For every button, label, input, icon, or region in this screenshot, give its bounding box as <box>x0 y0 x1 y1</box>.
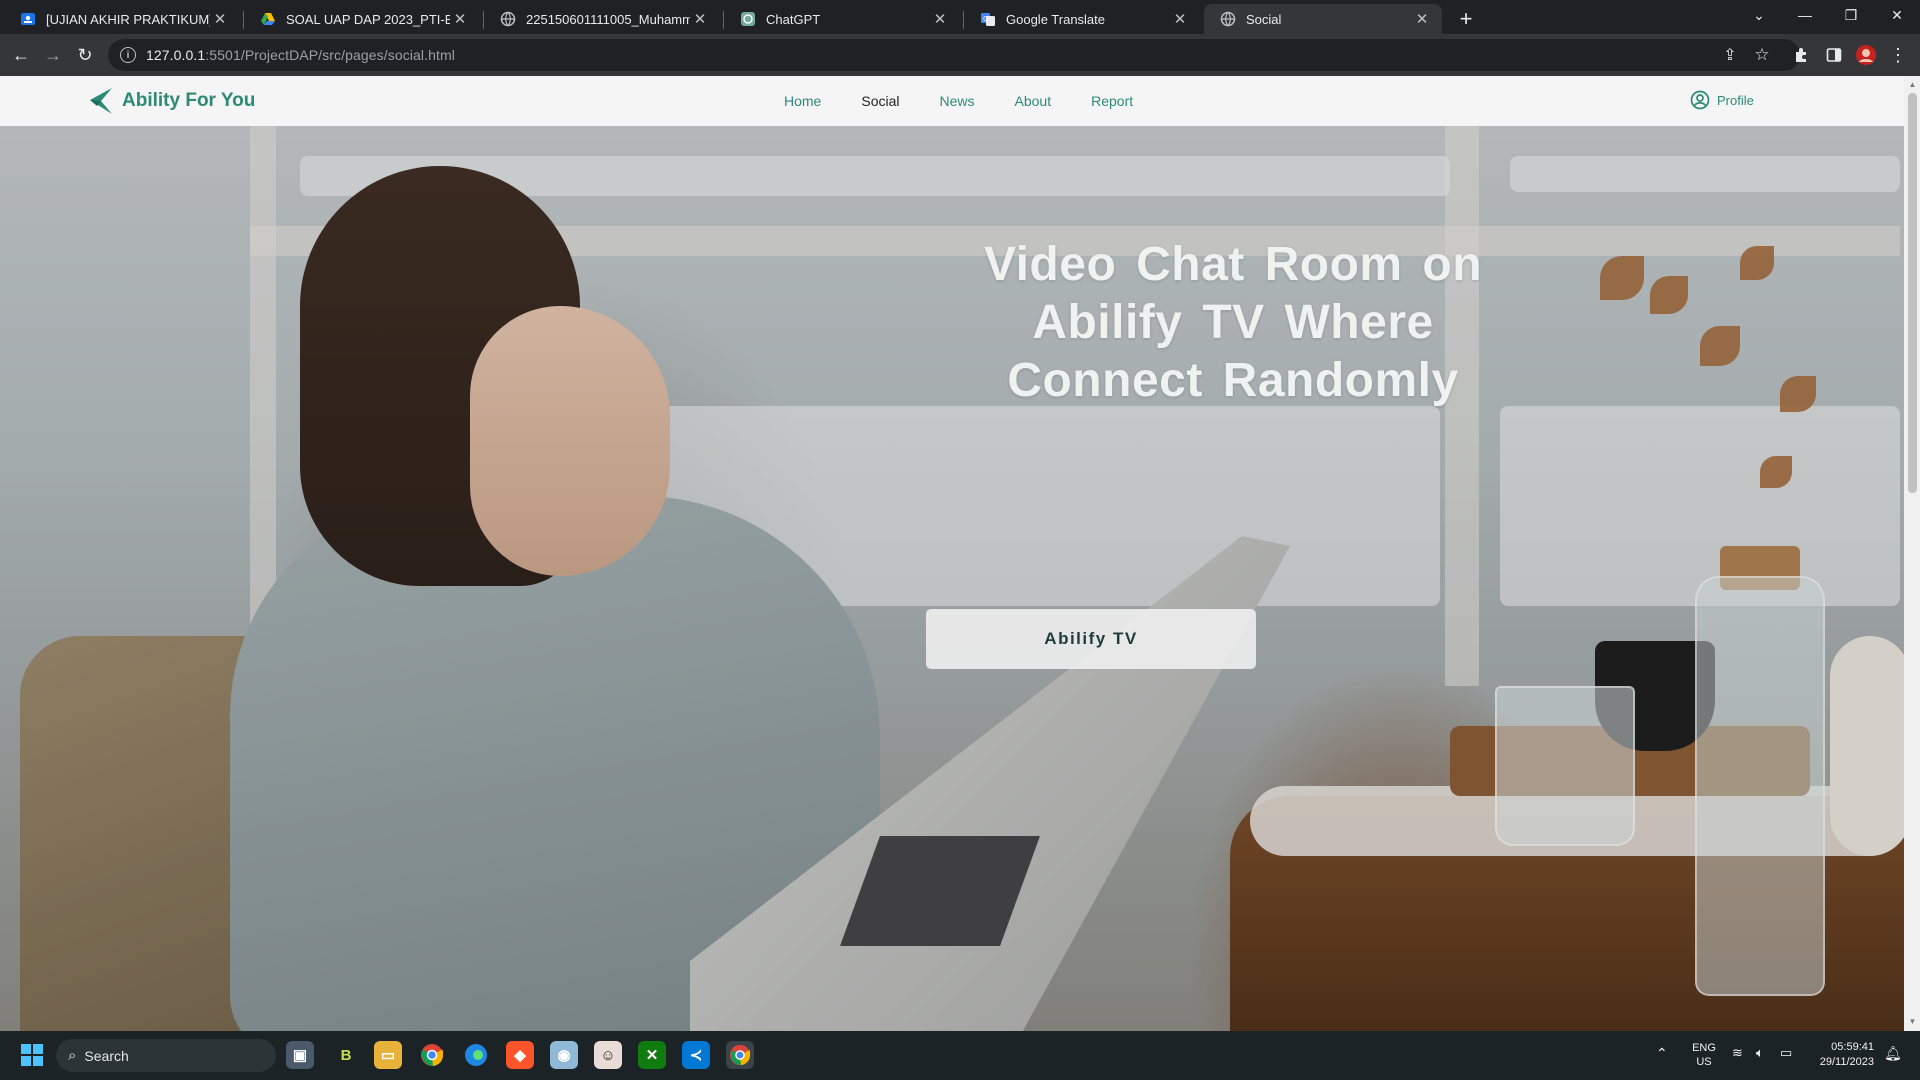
region-code: US <box>1696 1056 1712 1068</box>
address-bar[interactable]: i 127.0.0.1:5501/ProjectDAP/src/pages/so… <box>108 39 1800 71</box>
browser-tab-strip: [UJIAN AKHIR PRAKTIKUM] - DA ✕ SOAL UAP … <box>0 0 1920 34</box>
vscode-icon[interactable]: ≺ <box>682 1041 710 1069</box>
web-page: Ability For You Home Social News About R… <box>0 76 1904 1031</box>
tab-title: 225150601111005_Muhammad <box>526 11 690 27</box>
tab-social[interactable]: Social ✕ <box>1204 4 1442 34</box>
tab-title: [UJIAN AKHIR PRAKTIKUM] - DA <box>46 11 210 27</box>
restore-button[interactable]: ❐ <box>1828 0 1874 30</box>
brand-logo-icon <box>90 88 112 114</box>
tab-search-chevron-icon[interactable]: ⌄ <box>1736 0 1782 30</box>
close-tab-icon[interactable]: ✕ <box>1412 9 1432 29</box>
anime-app-icon[interactable]: ☺ <box>594 1041 622 1069</box>
windows-taskbar: ⌕ Search ▣ B ▭ ◆ ◉ ☺ ✕ ≺ ⌃ ENG US ≋ 🔈︎ ▭… <box>0 1031 1920 1080</box>
tab-chatgpt[interactable]: ChatGPT ✕ <box>724 4 960 34</box>
tab-title: Google Translate <box>1006 11 1106 27</box>
side-panel-icon[interactable] <box>1820 41 1848 69</box>
scroll-up-arrow-icon[interactable]: ▲ <box>1908 80 1917 90</box>
battery-icon[interactable]: ▭ <box>1780 1045 1792 1061</box>
xbox-icon[interactable]: ✕ <box>638 1041 666 1069</box>
close-tab-icon[interactable]: ✕ <box>690 9 710 29</box>
close-tab-icon[interactable]: ✕ <box>930 9 950 29</box>
extensions-puzzle-icon[interactable] <box>1787 41 1815 69</box>
back-arrow-icon[interactable]: ← <box>7 41 35 69</box>
app-icon[interactable]: ◉ <box>550 1041 578 1069</box>
nav-home[interactable]: Home <box>784 93 821 109</box>
reload-icon[interactable]: ↻ <box>71 41 99 69</box>
wifi-icon[interactable]: ≋ <box>1732 1045 1743 1061</box>
profile-avatar[interactable] <box>1852 41 1880 69</box>
language-indicator[interactable]: ENG US <box>1688 1041 1720 1069</box>
language-code: ENG <box>1692 1042 1716 1054</box>
profile-label: Profile <box>1717 92 1754 108</box>
task-view-icon[interactable]: ▣ <box>286 1041 314 1069</box>
file-explorer-icon[interactable]: ▭ <box>374 1041 402 1069</box>
search-icon: ⌕ <box>68 1047 77 1064</box>
brand-name: Ability For You <box>122 90 256 111</box>
minimize-button[interactable]: — <box>1782 0 1828 30</box>
brand-b-icon[interactable]: B <box>332 1041 360 1069</box>
close-tab-icon[interactable]: ✕ <box>1170 9 1190 29</box>
globe-icon <box>1220 11 1236 27</box>
tab-soal-uap[interactable]: SOAL UAP DAP 2023_PTI-B.pdf - ✕ <box>244 4 480 34</box>
browser-toolbar: ← → ↻ i 127.0.0.1:5501/ProjectDAP/src/pa… <box>0 34 1920 76</box>
clock-time: 05:59:41 <box>1831 1041 1874 1053</box>
forward-arrow-icon[interactable]: → <box>39 41 67 69</box>
tab-ujian-akhir[interactable]: [UJIAN AKHIR PRAKTIKUM] - DA ✕ <box>4 4 240 34</box>
scroll-down-arrow-icon[interactable]: ▼ <box>1908 1017 1917 1027</box>
tab-google-translate[interactable]: G Google Translate ✕ <box>964 4 1200 34</box>
close-tab-icon[interactable]: ✕ <box>210 9 230 29</box>
notification-bell-icon[interactable]: 🔔︎ <box>1884 1045 1902 1062</box>
hero-overlay <box>0 76 1904 1031</box>
tab-muhammad[interactable]: 225150601111005_Muhammad ✕ <box>484 4 720 34</box>
clock-date: 29/11/2023 <box>1819 1056 1874 1068</box>
tab-title: ChatGPT <box>766 11 821 27</box>
profile-link[interactable]: Profile <box>1690 90 1754 110</box>
nav-news[interactable]: News <box>940 93 975 109</box>
chatgpt-icon <box>741 12 755 26</box>
edge-icon[interactable] <box>462 1041 490 1069</box>
new-tab-button[interactable]: + <box>1452 5 1480 33</box>
translate-icon: G <box>981 13 995 26</box>
share-icon[interactable]: ⇪ <box>1716 41 1744 69</box>
speaker-icon[interactable]: 🔈︎ <box>1756 1045 1764 1061</box>
chrome-active-icon[interactable] <box>726 1041 754 1069</box>
nav-social[interactable]: Social <box>861 93 899 109</box>
taskbar-search[interactable]: ⌕ Search <box>56 1039 276 1072</box>
svg-text:G: G <box>983 15 988 23</box>
windows-start-icon[interactable] <box>18 1041 46 1069</box>
address-path: :5501/ProjectDAP/src/pages/social.html <box>205 47 455 63</box>
globe-icon <box>500 11 516 27</box>
tab-title: SOAL UAP DAP 2023_PTI-B.pdf - <box>286 11 450 27</box>
brand[interactable]: Ability For You <box>88 86 255 116</box>
site-navbar: Ability For You Home Social News About R… <box>0 76 1904 126</box>
nav-report[interactable]: Report <box>1091 93 1133 109</box>
search-placeholder: Search <box>84 1047 129 1064</box>
nav-links: Home Social News About Report <box>784 93 1173 109</box>
close-tab-icon[interactable]: ✕ <box>450 9 470 29</box>
site-info-icon[interactable]: i <box>120 47 136 63</box>
brave-icon[interactable]: ◆ <box>506 1041 534 1069</box>
scrollbar-thumb[interactable] <box>1908 93 1917 493</box>
user-circle-icon <box>1690 90 1710 110</box>
hero-background-photo <box>0 76 1904 1031</box>
classroom-icon <box>21 13 35 25</box>
chrome-menu-icon[interactable]: ⋮ <box>1884 41 1912 69</box>
nav-about[interactable]: About <box>1015 93 1052 109</box>
address-url[interactable]: 127.0.0.1:5501/ProjectDAP/src/pages/soci… <box>146 47 455 63</box>
chrome-icon[interactable] <box>418 1041 446 1069</box>
bookmark-star-icon[interactable]: ☆ <box>1748 41 1776 69</box>
hero-title: Video Chat Room on Abilify TV Where Conn… <box>983 238 1483 407</box>
close-window-button[interactable]: ✕ <box>1874 0 1920 30</box>
address-host: 127.0.0.1 <box>146 47 206 63</box>
drive-icon <box>261 13 275 25</box>
abilify-tv-button[interactable]: Abilify TV <box>926 609 1256 669</box>
tab-title: Social <box>1246 11 1282 27</box>
clock[interactable]: 05:59:41 29/11/2023 <box>1812 1040 1874 1070</box>
tray-overflow-chevron-icon[interactable]: ⌃ <box>1656 1045 1668 1062</box>
